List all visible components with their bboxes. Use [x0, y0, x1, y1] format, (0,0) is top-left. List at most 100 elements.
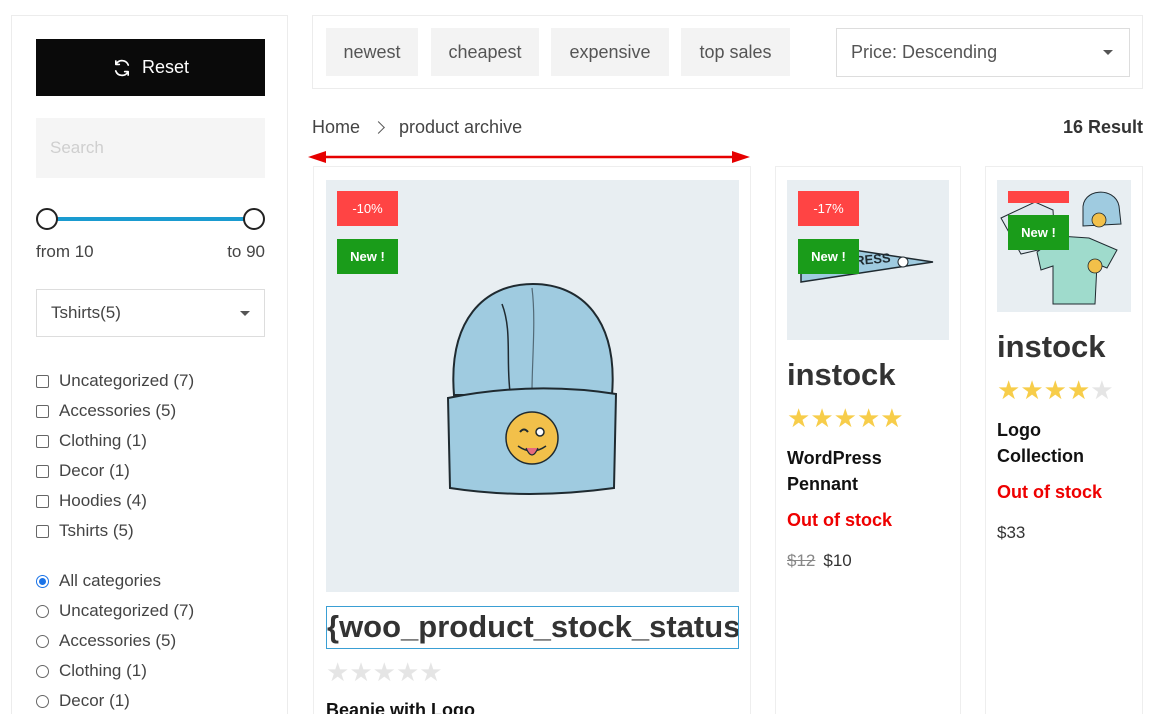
sort-expensive-button[interactable]: expensive — [551, 28, 669, 76]
radio-label: Accessories (5) — [59, 631, 177, 650]
star-icon: ★ — [1090, 375, 1114, 405]
old-price: $12 — [787, 551, 816, 570]
checkbox-item[interactable]: Clothing (1) — [36, 426, 194, 456]
range-track — [47, 217, 254, 221]
sort-newest-button[interactable]: newest — [326, 28, 418, 76]
filter-sidebar: Reset from 10 to 90 Tshirts(5) Uncategor… — [11, 15, 288, 714]
checkbox-label: Accessories (5) — [59, 401, 177, 420]
breadcrumb: Home product archive — [312, 117, 522, 138]
checkbox[interactable] — [36, 494, 49, 508]
new-badge: New ! — [337, 239, 398, 274]
caret-down-icon — [240, 310, 250, 316]
radio-item[interactable]: Clothing (1) — [36, 656, 194, 686]
range-min-handle[interactable] — [36, 208, 58, 230]
star-icon: ★ — [1066, 375, 1091, 405]
double-arrow-annotation-icon — [308, 151, 750, 163]
radio[interactable] — [36, 694, 49, 708]
checkbox-item[interactable]: Hoodies (4) — [36, 486, 194, 516]
category-select[interactable]: Tshirts(5) — [36, 289, 265, 337]
product-name[interactable]: WordPress Pennant — [787, 445, 882, 497]
radio-selected[interactable] — [36, 574, 49, 588]
product-name-line: Collection — [997, 446, 1085, 466]
sort-bar: newest cheapest expensive top sales Pric… — [312, 15, 1143, 89]
checkbox[interactable] — [36, 524, 49, 538]
order-select-value: Price: Descending — [851, 42, 998, 62]
radio[interactable] — [36, 604, 49, 618]
radio-item[interactable]: Decor (1) — [36, 686, 194, 714]
rating-stars: ★★★★★ — [787, 405, 904, 431]
range-max-handle[interactable] — [243, 208, 265, 230]
checkbox-item[interactable]: Tshirts (5) — [36, 516, 194, 546]
chevron-right-icon — [372, 121, 385, 134]
category-select-value: Tshirts(5) — [51, 303, 121, 322]
checkbox[interactable] — [36, 434, 49, 448]
star-icon: ★ — [395, 657, 420, 687]
product-card[interactable]: -10% New ! {woo_product_stock_status} ★★… — [313, 166, 751, 714]
checkbox-item[interactable]: Decor (1) — [36, 456, 194, 486]
order-select[interactable]: Price: Descending — [836, 28, 1130, 77]
product-price: $33 — [997, 523, 1025, 543]
current-price: $33 — [997, 523, 1026, 542]
range-to-label: to 90 — [227, 242, 265, 261]
sort-top-sales-button[interactable]: top sales — [681, 28, 790, 76]
result-count: 16 Result — [1062, 117, 1143, 137]
checkbox[interactable] — [36, 404, 49, 418]
reset-label: Reset — [141, 57, 190, 77]
star-icon: ★ — [997, 375, 1021, 405]
product-name[interactable]: Beanie with Logo — [326, 697, 475, 714]
radio-item[interactable]: Uncategorized (7) — [36, 596, 194, 626]
radio-label: Clothing (1) — [59, 661, 147, 680]
stock-status-title[interactable]: {woo_product_stock_status} — [326, 606, 739, 649]
checkbox[interactable] — [36, 464, 49, 478]
product-name-line: Logo — [997, 420, 1041, 440]
product-image[interactable]: New ! — [997, 180, 1131, 312]
radio-item[interactable]: All categories — [36, 566, 194, 596]
sale-badge: -17% — [798, 191, 859, 226]
price-range-slider[interactable] — [36, 208, 265, 230]
product-name-line: WordPress — [787, 448, 882, 468]
product-name[interactable]: Logo Collection — [997, 417, 1084, 469]
radio-label: All categories — [59, 571, 162, 590]
star-icon: ★ — [1043, 375, 1067, 405]
rating-stars: ★★★★★ — [997, 377, 1114, 403]
new-badge: New ! — [798, 239, 859, 274]
product-card[interactable]: New ! instock ★★★★★ Logo Collection Out … — [985, 166, 1143, 714]
product-image[interactable]: PRESS -17% New ! — [787, 180, 949, 340]
checkbox-label: Clothing (1) — [59, 431, 147, 450]
star-icon: ★ — [419, 657, 443, 687]
star-icon: ★ — [833, 403, 857, 433]
new-badge: New ! — [1008, 215, 1069, 250]
star-icon: ★ — [372, 657, 396, 687]
checkbox[interactable] — [36, 374, 49, 388]
checkbox-label: Uncategorized (7) — [59, 371, 195, 390]
star-icon: ★ — [787, 403, 811, 433]
radio-item[interactable]: Accessories (5) — [36, 626, 194, 656]
breadcrumb-home[interactable]: Home — [312, 117, 360, 138]
stock-status-title: instock — [997, 329, 1106, 364]
product-price: $12 $10 — [787, 551, 852, 571]
checkbox-label: Tshirts (5) — [59, 521, 134, 540]
radio[interactable] — [36, 634, 49, 648]
caret-down-icon — [1103, 50, 1113, 55]
checkbox-item[interactable]: Uncategorized (7) — [36, 366, 194, 396]
radio-label: Decor (1) — [59, 691, 130, 710]
stock-status-title: instock — [787, 357, 896, 392]
product-card[interactable]: PRESS -17% New ! instock ★★★★★ WordPress… — [775, 166, 961, 714]
sale-badge — [1008, 191, 1069, 203]
current-price: $10 — [823, 551, 852, 570]
category-radio-list: All categories Uncategorized (7) Accesso… — [36, 566, 194, 714]
star-icon: ★ — [880, 403, 904, 433]
radio[interactable] — [36, 664, 49, 678]
reset-button[interactable]: Reset — [36, 39, 265, 96]
radio-label: Uncategorized (7) — [59, 601, 195, 620]
checkbox-item[interactable]: Accessories (5) — [36, 396, 194, 426]
breadcrumb-current: product archive — [399, 117, 523, 137]
star-icon: ★ — [1020, 375, 1044, 405]
star-icon: ★ — [349, 657, 373, 687]
sale-badge: -10% — [337, 191, 398, 226]
sort-cheapest-button[interactable]: cheapest — [431, 28, 539, 76]
range-from-label: from 10 — [36, 242, 94, 261]
product-image[interactable]: -10% New ! — [326, 180, 739, 592]
stock-status: Out of stock — [787, 510, 893, 530]
search-input[interactable] — [50, 138, 271, 158]
